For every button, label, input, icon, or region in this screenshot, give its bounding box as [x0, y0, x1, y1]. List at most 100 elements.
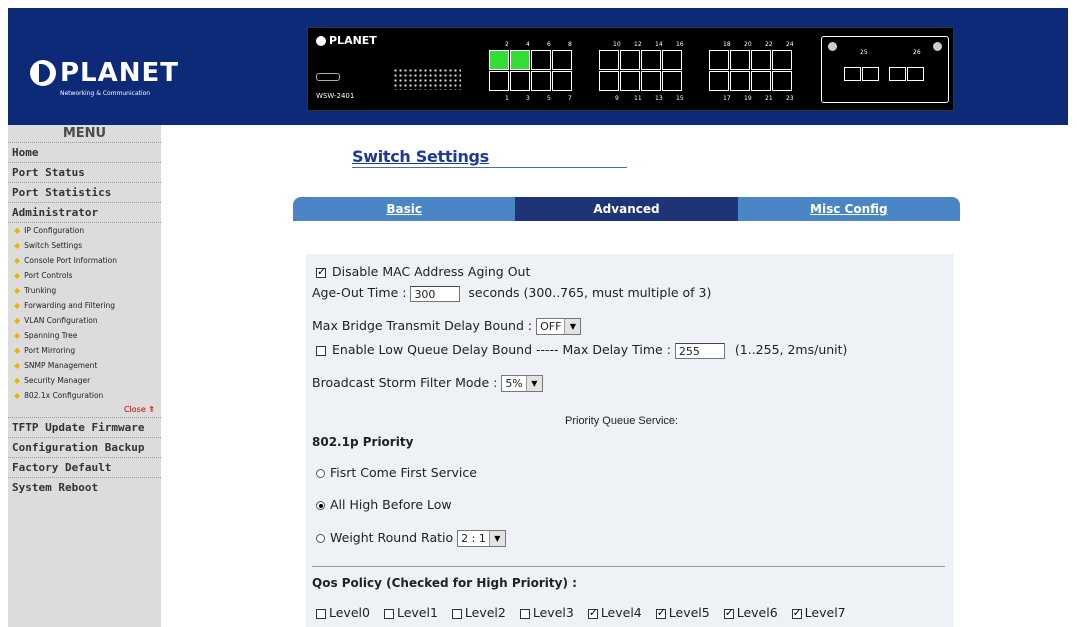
port-20[interactable]	[730, 50, 750, 70]
sidebar-subitem[interactable]: ◆ IP Configuration	[8, 223, 161, 238]
dropdown-arrow-icon: ▼	[488, 531, 505, 546]
settings-tabs: Basic Advanced Misc Config	[293, 197, 960, 221]
sidebar-subitem[interactable]: ◆ Forwarding and Filtering	[8, 298, 161, 313]
all-high-radio[interactable]	[316, 501, 325, 510]
port-18[interactable]	[709, 50, 729, 70]
header-banner: PLANET Networking & Communication PLANET…	[8, 8, 1068, 125]
port-6[interactable]	[531, 50, 551, 70]
sidebar-subitem[interactable]: ◆ 802.1x Configuration	[8, 388, 161, 403]
tab-advanced[interactable]: Advanced	[515, 197, 738, 221]
port-4[interactable]	[510, 50, 530, 70]
sidebar-item-administrator[interactable]: Administrator	[8, 203, 161, 223]
port-12[interactable]	[620, 50, 640, 70]
sidebar-item-port-status[interactable]: Port Status	[8, 163, 161, 183]
port-label: 6	[547, 41, 551, 48]
port-15[interactable]	[662, 71, 682, 91]
qos-level-checkbox[interactable]	[316, 608, 326, 619]
port-10[interactable]	[599, 50, 619, 70]
qos-level-label: Level6	[736, 605, 778, 620]
port-25a[interactable]	[844, 67, 861, 81]
port-7[interactable]	[552, 71, 572, 91]
port-2[interactable]	[489, 50, 509, 70]
sidebar-item-factory-default[interactable]: Factory Default	[8, 458, 161, 478]
qos-level-item: Level0	[316, 605, 370, 620]
port-13[interactable]	[641, 71, 661, 91]
page: PLANET Networking & Communication PLANET…	[0, 0, 1077, 627]
sidebar-subitem[interactable]: ◆ Switch Settings	[8, 238, 161, 253]
disable-mac-aging-checkbox[interactable]	[316, 265, 326, 278]
sidebar-subitem[interactable]: ◆ VLAN Configuration	[8, 313, 161, 328]
weight-ratio-select[interactable]: 2 : 1 ▼	[457, 530, 506, 547]
sidebar-subitem[interactable]: ◆ Trunking	[8, 283, 161, 298]
port-8[interactable]	[552, 50, 572, 70]
port-5[interactable]	[531, 71, 551, 91]
sidebar-subitem[interactable]: ◆ Port Controls	[8, 268, 161, 283]
qos-level-checkbox[interactable]	[587, 606, 598, 619]
port-21[interactable]	[751, 71, 771, 91]
port-26a[interactable]	[889, 67, 906, 81]
sidebar-subitem-label: SNMP Management	[24, 361, 98, 370]
planet-logo-icon	[30, 60, 56, 86]
submenu-close[interactable]: Close ⇑	[8, 403, 161, 418]
port-label: 11	[634, 95, 642, 102]
port-14[interactable]	[641, 50, 661, 70]
dropdown-arrow-icon: ▼	[525, 376, 542, 391]
max-delay-input[interactable]: 255	[674, 342, 725, 359]
fcfs-radio[interactable]	[316, 469, 325, 478]
qos-level-checkbox[interactable]	[451, 608, 462, 619]
port-label: 21	[765, 95, 773, 102]
qos-level-checkbox[interactable]	[383, 608, 394, 619]
port-23[interactable]	[772, 71, 792, 91]
port-9[interactable]	[599, 71, 619, 91]
broadcast-select[interactable]: 5% ▼	[501, 375, 543, 392]
sidebar-item-port-statistics[interactable]: Port Statistics	[8, 183, 161, 203]
sidebar-item-home[interactable]: Home	[8, 143, 161, 163]
brand-name: PLANET	[60, 58, 180, 88]
port-24[interactable]	[772, 50, 792, 70]
sidebar-item-system-reboot[interactable]: System Reboot	[8, 478, 161, 497]
close-arrow-icon: ⇑	[148, 405, 155, 414]
port-22[interactable]	[751, 50, 771, 70]
port-19[interactable]	[730, 71, 750, 91]
port-3[interactable]	[510, 71, 530, 91]
priority-option-fcfs: Fisrt Come First Service	[316, 465, 477, 480]
max-bridge-select[interactable]: OFF ▼	[536, 318, 582, 335]
sidebar-item-config-backup[interactable]: Configuration Backup	[8, 438, 161, 458]
port-1[interactable]	[489, 71, 509, 91]
qos-level-label: Level7	[804, 605, 846, 620]
qos-level-checkbox[interactable]	[519, 608, 530, 619]
close-label: Close	[123, 405, 146, 414]
tab-basic[interactable]: Basic	[293, 197, 516, 221]
port-16[interactable]	[662, 50, 682, 70]
qos-level-item: Level3	[519, 605, 574, 620]
port-label: 19	[744, 95, 752, 102]
sidebar-subitem[interactable]: ◆ SNMP Management	[8, 358, 161, 373]
max-bridge-row: Max Bridge Transmit Delay Bound : OFF ▼	[312, 318, 582, 335]
port-17[interactable]	[709, 71, 729, 91]
age-out-input[interactable]: 300	[410, 285, 461, 302]
sidebar-item-tftp-update[interactable]: TFTP Update Firmware	[8, 418, 161, 438]
low-queue-label: Enable Low Queue Delay Bound ----- Max D…	[332, 342, 671, 357]
port-25b[interactable]	[862, 67, 879, 81]
low-queue-checkbox[interactable]	[316, 345, 326, 356]
bullet-icon: ◆	[14, 226, 21, 235]
planet-logo[interactable]: PLANET Networking & Communication	[30, 58, 180, 97]
sidebar-subitem-label: Forwarding and Filtering	[24, 301, 115, 310]
port-26b[interactable]	[907, 67, 924, 81]
sidebar-subitem[interactable]: ◆ Console Port Information	[8, 253, 161, 268]
sidebar-subitem[interactable]: ◆ Spanning Tree	[8, 328, 161, 343]
max-bridge-label: Max Bridge Transmit Delay Bound :	[312, 318, 533, 333]
qos-level-item: Level1	[383, 605, 438, 620]
port-11[interactable]	[620, 71, 640, 91]
qos-level-label: Level1	[396, 605, 438, 620]
qos-level-checkbox[interactable]	[655, 606, 666, 619]
sidebar-subitem[interactable]: ◆ Port Mirroring	[8, 343, 161, 358]
sidebar-subitem-label: Console Port Information	[24, 256, 117, 265]
qos-level-checkbox[interactable]	[723, 606, 734, 619]
weight-radio[interactable]	[316, 534, 325, 543]
menu-title: MENU	[8, 125, 161, 143]
sidebar-subitem[interactable]: ◆ Security Manager	[8, 373, 161, 388]
brand-tagline: Networking & Communication	[60, 90, 151, 97]
tab-misc-config[interactable]: Misc Config	[737, 197, 960, 221]
qos-level-checkbox[interactable]	[791, 606, 802, 619]
